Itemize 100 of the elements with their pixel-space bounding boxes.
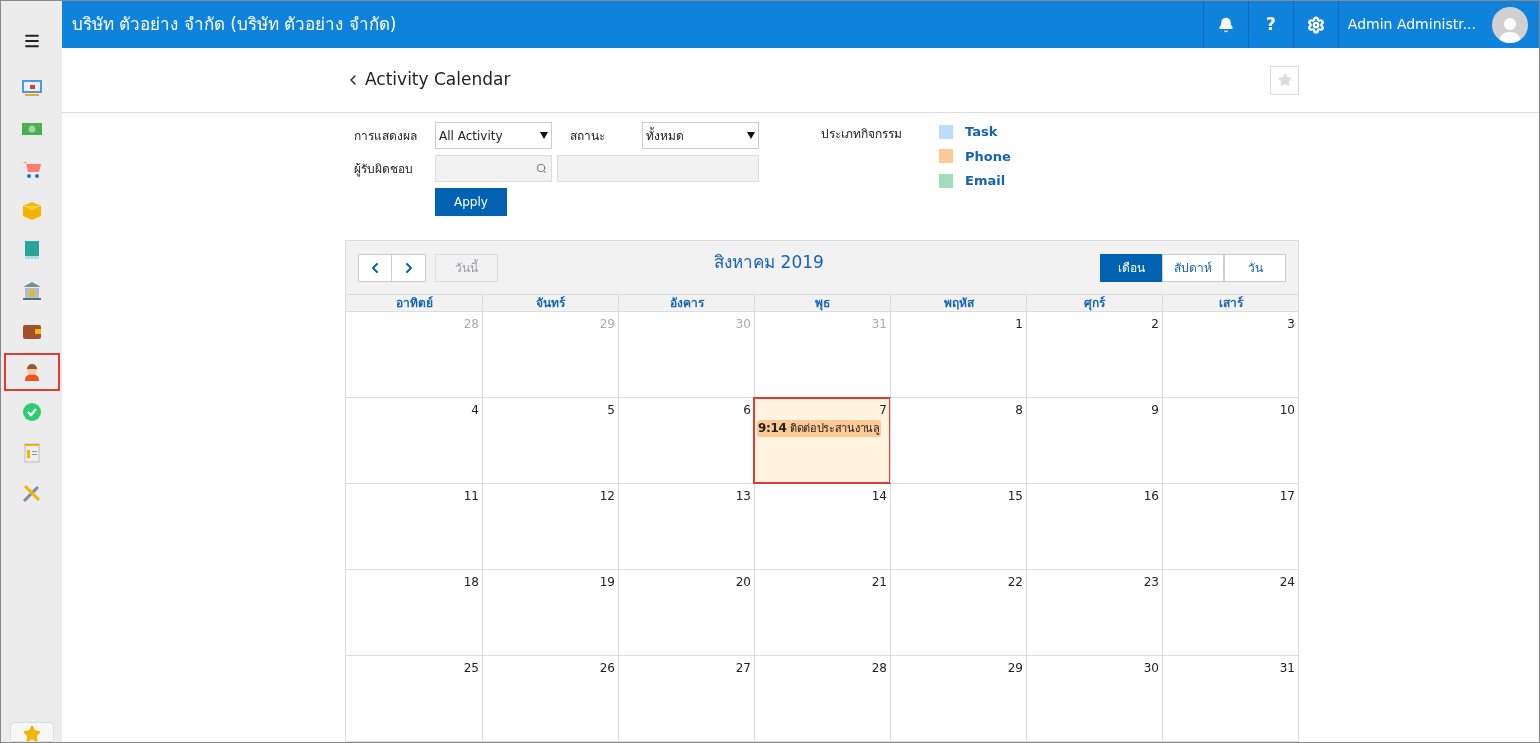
day-cell[interactable]: 24 [1162,570,1298,655]
owner-search-field[interactable] [435,155,552,182]
day-number: 19 [599,574,616,591]
day-number: 4 [471,402,480,419]
bank-icon [20,279,43,302]
day-cell[interactable]: 19 [482,570,618,655]
star-icon [1277,73,1292,88]
day-cell[interactable]: 12 [482,484,618,569]
weekday-header: พฤหัส [890,295,1026,311]
day-cell[interactable]: 13 [618,484,754,569]
next-button[interactable] [392,253,426,282]
day-number: 22 [1007,574,1024,591]
day-number: 31 [871,316,888,333]
day-cell[interactable]: 16 [1026,484,1162,569]
check-circle-icon [20,401,43,423]
day-number: 30 [1143,660,1160,677]
day-cell[interactable]: 27 [618,656,754,741]
previous-button[interactable] [358,253,392,282]
field-label: สถานะ [570,127,606,145]
day-cell[interactable]: 20 [618,570,754,655]
favorite-button[interactable] [1270,65,1299,95]
day-number: 10 [1279,402,1296,419]
apply-button[interactable]: Apply [435,188,507,216]
legend-label: Phone [965,147,1011,166]
day-number: 6 [743,402,752,419]
day-number: 11 [463,488,480,505]
monitor-icon [20,77,43,99]
day-cell[interactable]: 29 [890,656,1026,741]
day-cell[interactable]: 25 [346,656,482,741]
day-cell[interactable]: 17 [1162,484,1298,569]
day-cell[interactable]: 5 [482,398,618,483]
settings-icon [1306,15,1325,34]
day-cell[interactable]: 9 [1026,398,1162,483]
view-tab[interactable]: สัปดาห์ [1162,253,1224,282]
day-number: 20 [735,574,752,591]
day-number: 26 [599,660,616,677]
day-number: 13 [735,488,752,505]
day-cell[interactable]: 3 [1162,312,1298,397]
view-tab[interactable]: วัน [1224,253,1286,282]
day-cell[interactable]: 22 [890,570,1026,655]
day-cell[interactable]: 18 [346,570,482,655]
day-cell[interactable]: 21 [754,570,890,655]
day-number: 30 [735,316,752,333]
day-number: 5 [607,402,616,419]
day-cell[interactable]: 15 [890,484,1026,569]
day-cell[interactable]: 31 [1162,656,1298,741]
month-title: สิงหาคม 2019 [713,250,825,274]
sidebar-item[interactable] [3,352,60,391]
day-number: 25 [463,660,480,677]
dropdown-caret-icon [747,132,755,139]
day-number: 17 [1279,488,1296,505]
day-cell[interactable]: 1 [890,312,1026,397]
day-number: 16 [1143,488,1160,505]
day-number: 21 [871,574,888,591]
day-number: 29 [599,316,616,333]
day-number: 29 [1007,660,1024,677]
day-number: 1 [1015,316,1024,333]
star-icon [22,725,41,742]
weekday-header: ศุกร์ [1026,295,1162,311]
user-menu[interactable]: Admin Administr... [1337,1,1484,49]
day-number: 12 [599,488,616,505]
day-cell[interactable]: 8 [890,398,1026,483]
day-cell[interactable]: 14 [754,484,890,569]
company-name: บริษัท ตัวอย่าง จำกัด (บริษัท ตัวอย่าง จำกัด) [72,12,398,36]
day-cell[interactable]: 26 [482,656,618,741]
day-cell[interactable]: 4 [346,398,482,483]
day-cell[interactable]: 30 [1026,656,1162,741]
day-number: 2 [1151,316,1160,333]
day-number: 14 [871,488,888,505]
help-button[interactable]: ? [1247,1,1293,49]
weekday-header: อาทิตย์ [394,295,434,311]
day-number: 8 [1015,402,1024,419]
legend-label: Task [965,123,998,141]
favorites-button[interactable] [9,722,54,742]
tools-icon [20,482,43,504]
weekday-header: พุธ [754,295,890,311]
day-cell[interactable]: 2 [1026,312,1162,397]
day-number: 28 [871,660,888,677]
day-number: 31 [1279,660,1296,677]
day-number: 9 [1151,402,1160,419]
bell-icon [1217,16,1234,33]
day-cell[interactable]: 7 9:14 ติดต่อประสานงานลู [754,398,890,483]
weekday-header: จันทร์ [482,295,618,311]
weekday-header: เสาร์ [1162,295,1298,311]
day-cell[interactable]: 10 [1162,398,1298,483]
display-select[interactable]: All Activity [435,122,552,149]
owner-name-field[interactable] [557,155,759,182]
day-cell[interactable]: 23 [1026,570,1162,655]
day-number: 3 [1287,316,1296,333]
view-tab[interactable]: เดือน [1100,253,1162,282]
status-select[interactable]: ทั้งหมด [642,122,759,149]
dropdown-caret-icon [540,132,548,139]
weekday-header: อังคาร [618,295,754,311]
day-cell[interactable]: 11 [346,484,482,569]
day-number: 18 [463,574,480,591]
day-number: 27 [735,660,752,677]
day-number: 7 [879,402,888,419]
calendar-event[interactable]: 9:14 ติดต่อประสานงานลู [757,420,881,437]
day-cell[interactable]: 28 [754,656,890,741]
legend-label: Email [965,172,1006,190]
